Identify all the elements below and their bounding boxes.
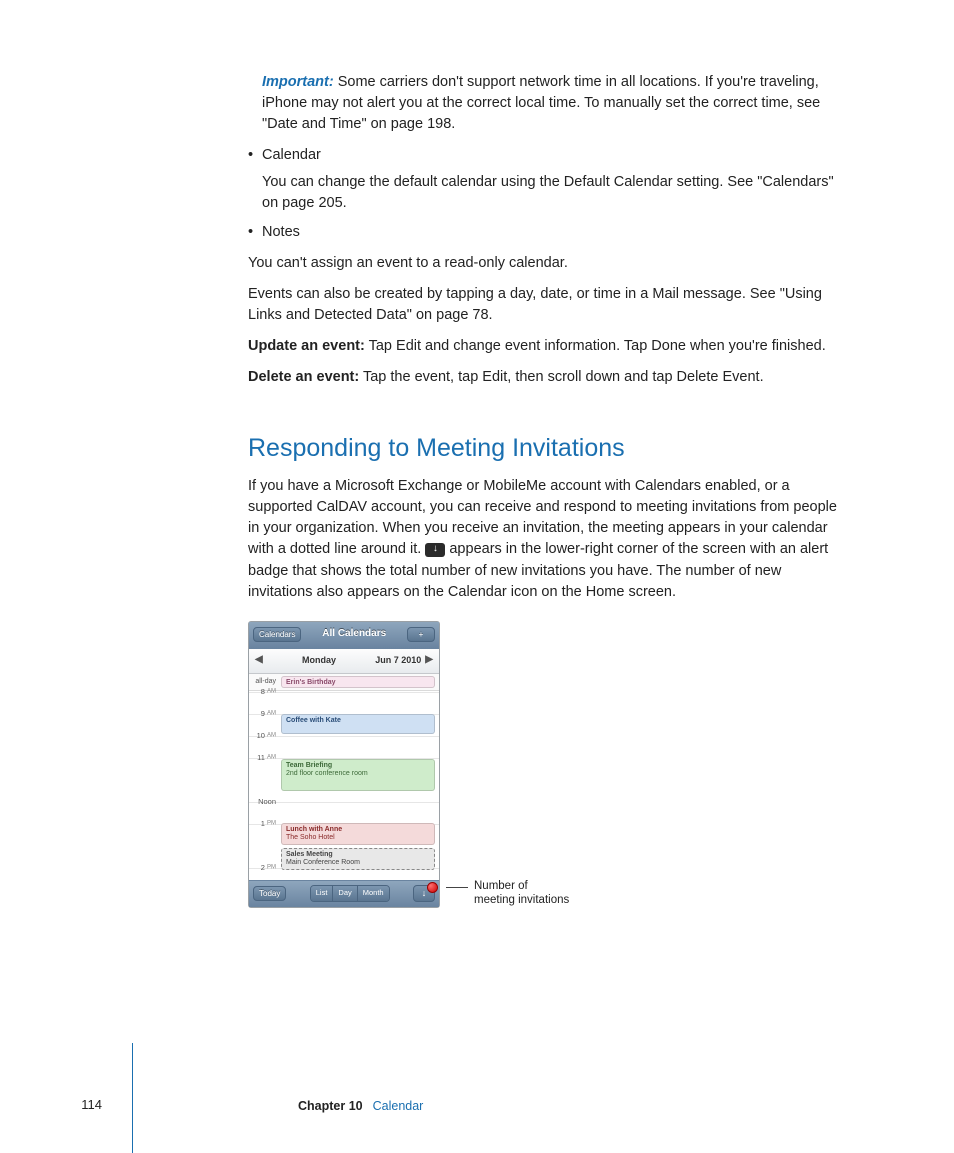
important-label: Important: — [262, 74, 334, 90]
event-lunch[interactable]: Lunch with AnneThe Soho Hotel — [281, 823, 435, 845]
page-footer: 114 Chapter 10Calendar — [62, 1096, 874, 1115]
section-paragraph: If you have a Microsoft Exchange or Mobi… — [248, 476, 848, 602]
bullet-calendar-text: You can change the default calendar usin… — [262, 172, 848, 214]
seg-list[interactable]: List — [311, 886, 334, 901]
today-button[interactable]: Today — [253, 886, 286, 902]
chapter-label: Chapter 10Calendar — [298, 1097, 423, 1115]
next-arrow-icon[interactable]: ▶ — [425, 653, 433, 668]
prev-arrow-icon[interactable]: ◀ — [255, 653, 263, 668]
day-view: all-day Erin's Birthday 8 AM 9 AM 10 AM … — [249, 674, 439, 880]
section-heading: Responding to Meeting Invitations — [248, 430, 848, 466]
page-number: 114 — [62, 1096, 102, 1115]
calendar-screenshot: Calendars All Calendars + ◀ Monday Jun 7… — [248, 621, 440, 908]
event-coffee[interactable]: Coffee with Kate — [281, 714, 435, 734]
nav-bar: Calendars All Calendars + — [249, 622, 439, 649]
event-team-briefing[interactable]: Team Briefing2nd floor conference room — [281, 759, 435, 791]
bullet-list: Calendar You can change the default cale… — [248, 145, 848, 243]
para-readonly: You can't assign an event to a read-only… — [248, 253, 848, 274]
invitations-button[interactable] — [413, 885, 435, 902]
callout: Number of meeting invitations — [446, 879, 569, 908]
view-segments[interactable]: List Day Month — [310, 885, 390, 902]
allday-label: all-day — [251, 677, 276, 687]
update-text: Tap Edit and change event information. T… — [365, 338, 826, 354]
para-events: Events can also be created by tapping a … — [248, 284, 848, 326]
date-label: Jun 7 2010 — [375, 654, 421, 667]
para-update: Update an event: Tap Edit and change eve… — [248, 336, 848, 357]
delete-text: Tap the event, tap Edit, then scroll dow… — [359, 369, 763, 385]
calendars-button[interactable]: Calendars — [253, 627, 301, 643]
update-label: Update an event: — [248, 338, 365, 354]
delete-label: Delete an event: — [248, 369, 359, 385]
inbox-icon — [425, 543, 445, 557]
callout-line — [446, 887, 468, 888]
callout-text: Number of meeting invitations — [474, 879, 569, 908]
event-sales-meeting[interactable]: Sales MeetingMain Conference Room — [281, 848, 435, 870]
screenshot-wrap: Calendars All Calendars + ◀ Monday Jun 7… — [248, 621, 848, 908]
day-label: Monday — [302, 654, 336, 667]
bullet-notes-label: Notes — [262, 224, 300, 240]
nav-title: All Calendars — [322, 627, 386, 642]
date-bar: ◀ Monday Jun 7 2010 ▶ — [249, 649, 439, 674]
main-content: Important: Some carriers don't support n… — [248, 72, 848, 908]
allday-row: all-day Erin's Birthday — [249, 674, 439, 691]
important-text: Some carriers don't support network time… — [262, 74, 820, 132]
add-button[interactable]: + — [407, 627, 435, 643]
toolbar: Today List Day Month — [249, 880, 439, 907]
badge-icon — [427, 882, 438, 893]
seg-day[interactable]: Day — [333, 886, 357, 901]
para-delete: Delete an event: Tap the event, tap Edit… — [248, 367, 848, 388]
event-birthday[interactable]: Erin's Birthday — [281, 676, 435, 688]
footer-divider — [132, 1043, 133, 1153]
seg-month[interactable]: Month — [358, 886, 389, 901]
bullet-calendar-label: Calendar — [262, 147, 321, 163]
bullet-notes: Notes — [248, 222, 848, 243]
bullet-calendar: Calendar You can change the default cale… — [248, 145, 848, 214]
important-paragraph: Important: Some carriers don't support n… — [248, 72, 848, 135]
